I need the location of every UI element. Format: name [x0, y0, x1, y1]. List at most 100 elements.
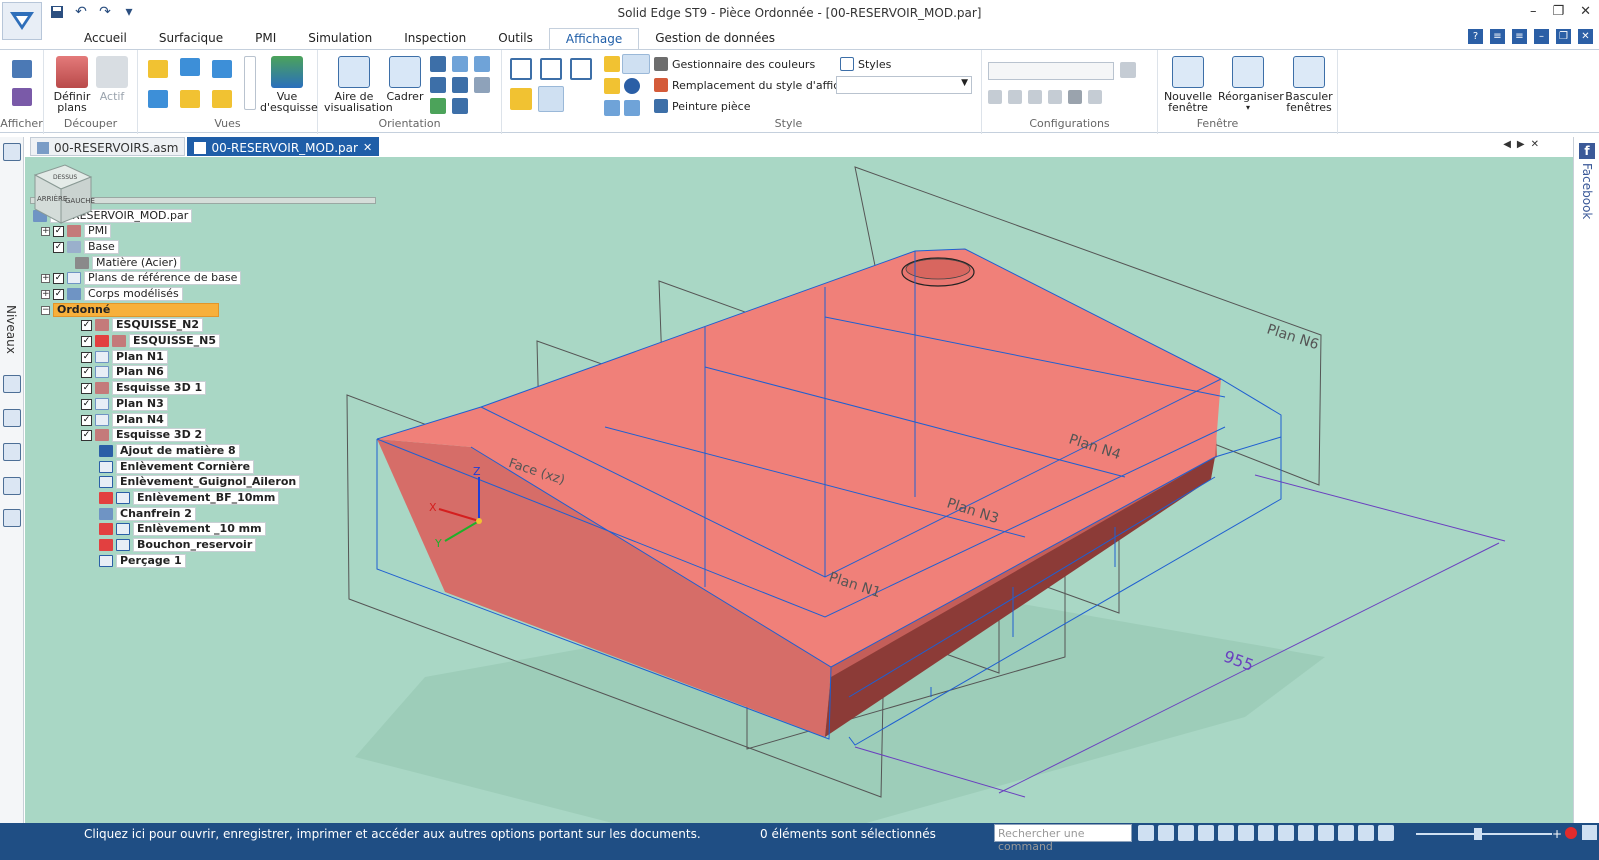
hidden-edges-cube-icon[interactable]: [540, 58, 562, 80]
tree-item-percage[interactable]: Perçage 1: [99, 554, 186, 568]
vue-esquisse-button[interactable]: Vue d'esquisse: [260, 56, 318, 113]
panel-1-icon[interactable]: [3, 375, 21, 393]
definir-plans-button[interactable]: Définir plans: [52, 56, 92, 113]
config-2-icon[interactable]: [1008, 90, 1022, 104]
show-icon[interactable]: [12, 60, 32, 78]
config-1-icon[interactable]: [988, 90, 1002, 104]
doc-minimize-icon[interactable]: –: [1534, 29, 1549, 44]
zoom-slider[interactable]: +: [1412, 826, 1562, 842]
pan-icon[interactable]: [1218, 825, 1234, 841]
tree-item-esquisse-n5[interactable]: ✓ ESQUISSE_N5: [81, 334, 221, 348]
checkbox[interactable]: ✓: [81, 351, 92, 363]
layers-icon[interactable]: [3, 143, 21, 161]
gestionnaire-couleurs-button[interactable]: Gestionnaire des couleurs: [654, 57, 815, 71]
tree-item-plan-n4[interactable]: ✓ Plan N4: [81, 413, 168, 427]
tab-close-icon[interactable]: ✕: [1531, 139, 1539, 150]
spin-icon[interactable]: [452, 77, 468, 93]
plane-n6-label[interactable]: Plan N6: [1265, 321, 1321, 353]
expand-icon[interactable]: +: [41, 289, 50, 299]
style-dropdown[interactable]: ▼: [836, 76, 972, 94]
close-tab-icon[interactable]: ✕: [363, 141, 372, 154]
tab-outils[interactable]: Outils: [482, 28, 549, 50]
tab-prev-icon[interactable]: ◀: [1503, 139, 1511, 150]
checkbox[interactable]: ✓: [53, 288, 64, 300]
visible-edges-cube-icon[interactable]: [570, 58, 592, 80]
view-front-icon[interactable]: [180, 58, 200, 76]
expand-icon[interactable]: +: [41, 273, 50, 283]
config-3-icon[interactable]: [1028, 90, 1042, 104]
view-cube[interactable]: ARRIÈRE GAUCHE DESSUS: [25, 157, 97, 229]
tab-inspection[interactable]: Inspection: [388, 28, 482, 50]
configuration-dropdown[interactable]: [988, 62, 1114, 80]
doc-restore-icon[interactable]: ❐: [1556, 29, 1571, 44]
checkbox[interactable]: ✓: [81, 319, 92, 331]
checkbox[interactable]: ✓: [81, 335, 92, 347]
fit-view-icon[interactable]: [1158, 825, 1174, 841]
panel-4-icon[interactable]: [3, 477, 21, 495]
shading-icon[interactable]: [604, 56, 620, 72]
edges-display-icon[interactable]: [604, 100, 620, 116]
arrow-icon[interactable]: [1138, 825, 1154, 841]
view-bottom-icon[interactable]: [212, 90, 232, 108]
color-icon[interactable]: [1338, 825, 1354, 841]
peinture-piece-button[interactable]: Peinture pièce: [654, 99, 751, 113]
shaded-cube-icon[interactable]: [510, 88, 532, 110]
tree-item-enlevement-bf[interactable]: Enlèvement_BF_10mm: [99, 491, 280, 505]
tab-pmi[interactable]: PMI: [239, 28, 292, 50]
ribbon-options-icon[interactable]: ≡: [1490, 29, 1505, 44]
facebook-icon[interactable]: f: [1579, 143, 1595, 159]
tree-item-enlevement-corniere[interactable]: Enlèvement Cornière: [99, 460, 255, 474]
tree-item-bouchon[interactable]: Bouchon_reservoir: [99, 538, 257, 552]
command-search-input[interactable]: Rechercher une command: [994, 824, 1132, 853]
assistance-icon[interactable]: [1582, 825, 1597, 840]
tab-accueil[interactable]: Accueil: [68, 28, 143, 50]
named-view-icon[interactable]: [452, 98, 468, 114]
3d-viewport[interactable]: 955 Plan N6 Plan N4 Plan N3 Plan N1 Face…: [25, 157, 1573, 823]
tab-simulation[interactable]: Simulation: [292, 28, 388, 50]
tree-item-plan-n6[interactable]: ✓ Plan N6: [81, 365, 168, 379]
tree-item-plans-reference[interactable]: + ✓ Plans de référence de base: [41, 271, 242, 285]
zoom-icon[interactable]: [430, 56, 446, 72]
show-all-icon[interactable]: [12, 88, 32, 106]
zoom-icon[interactable]: [1178, 825, 1194, 841]
look-at-icon[interactable]: [474, 77, 490, 93]
shadows-icon[interactable]: [622, 54, 650, 74]
rotate-icon[interactable]: [1238, 825, 1254, 841]
help-icon[interactable]: ?: [1468, 29, 1483, 44]
tree-item-ajout-matiere[interactable]: Ajout de matière 8: [99, 444, 240, 458]
views-scroll[interactable]: [244, 56, 256, 110]
panel-3-icon[interactable]: [3, 443, 21, 461]
tree-item-corps[interactable]: + ✓ Corps modélisés: [41, 287, 183, 301]
niveaux-tab[interactable]: Niveaux: [4, 305, 18, 354]
shaded-icon[interactable]: [1278, 825, 1294, 841]
tree-item-esquisse-3d-2[interactable]: ✓ Esquisse 3D 2: [81, 428, 207, 442]
zoom-area-icon[interactable]: [452, 56, 468, 72]
shaded-edges-cube-icon[interactable]: [538, 86, 564, 112]
view-top-icon[interactable]: [180, 90, 200, 108]
view-iso-icon[interactable]: [148, 60, 168, 78]
orbit-icon[interactable]: [430, 98, 446, 114]
rotate-icon[interactable]: [430, 77, 446, 93]
tab-next-icon[interactable]: ▶: [1517, 139, 1525, 150]
cadrer-button[interactable]: Cadrer: [386, 56, 424, 102]
doc-tab-part[interactable]: 00-RESERVOIR_MOD.par ✕: [187, 137, 380, 156]
checkbox[interactable]: ✓: [81, 414, 92, 426]
ribbon-options2-icon[interactable]: ≡: [1512, 29, 1527, 44]
pan-icon[interactable]: [474, 56, 490, 72]
zoom-in-icon[interactable]: +: [1552, 827, 1562, 841]
doc-close-icon[interactable]: ✕: [1578, 29, 1593, 44]
tree-item-enlevement-10mm[interactable]: Enlèvement _10 mm: [99, 522, 266, 536]
sphere-icon[interactable]: [624, 78, 640, 94]
tree-item-chanfrein[interactable]: Chanfrein 2: [99, 507, 196, 521]
wireframe-cube-icon[interactable]: [510, 58, 532, 80]
config-save-icon[interactable]: [1120, 62, 1136, 78]
doc-tab-assembly[interactable]: 00-RESERVOIRS.asm: [30, 137, 186, 156]
close-icon[interactable]: ✕: [1580, 4, 1591, 19]
checkbox[interactable]: ✓: [81, 398, 92, 410]
facebook-tab[interactable]: Facebook: [1580, 163, 1594, 219]
checkbox[interactable]: ✓: [53, 272, 64, 284]
restore-icon[interactable]: ❐: [1552, 4, 1564, 19]
layout-icon[interactable]: [1358, 825, 1374, 841]
reorganiser-button[interactable]: Réorganiser ▾: [1218, 56, 1284, 113]
nouvelle-fenetre-button[interactable]: Nouvelle fenêtre: [1162, 56, 1214, 113]
